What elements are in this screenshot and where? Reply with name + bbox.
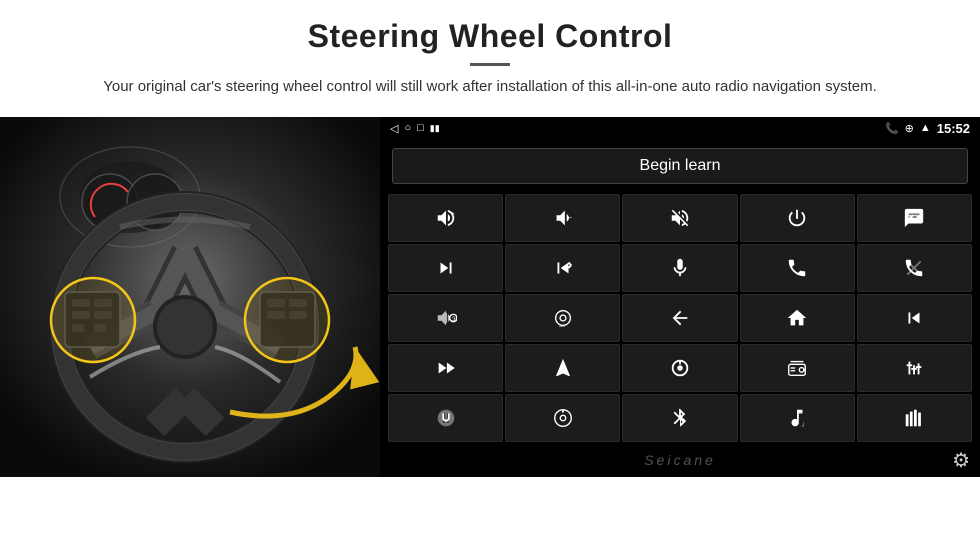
steering-wheel-svg xyxy=(0,117,380,477)
recent-nav-icon[interactable]: □ xyxy=(417,122,424,134)
home-button[interactable] xyxy=(740,294,855,342)
vol-up-button[interactable]: + xyxy=(388,194,503,242)
speaker-button[interactable]: 360 xyxy=(388,294,503,342)
status-left: ◁ ○ □ ▮▮ xyxy=(390,122,440,135)
fast-forward-button[interactable] xyxy=(388,344,503,392)
header-section: Steering Wheel Control Your original car… xyxy=(0,0,980,109)
mute-button[interactable] xyxy=(622,194,737,242)
next-track-button[interactable] xyxy=(388,244,503,292)
wifi-status-icon: ▲ xyxy=(920,122,931,134)
camera360-button[interactable]: 360° xyxy=(505,294,620,342)
status-right: 📞 ⊕ ▲ 15:52 xyxy=(885,121,970,136)
subtitle-text: Your original car's steering wheel contr… xyxy=(100,76,880,99)
begin-learn-button[interactable]: Begin learn xyxy=(392,148,968,184)
page-title: Steering Wheel Control xyxy=(40,18,940,55)
signal-icon: ▮▮ xyxy=(430,123,440,134)
end-call-button[interactable] xyxy=(857,244,972,292)
android-ui: ◁ ○ □ ▮▮ 📞 ⊕ ▲ 15:52 Begin learn xyxy=(380,117,980,477)
bottom-bar: Seicane ⚙ xyxy=(380,444,980,477)
audio-bars-button[interactable] xyxy=(857,394,972,442)
bluetooth-button[interactable] xyxy=(622,394,737,442)
time-display: 15:52 xyxy=(937,121,970,136)
car-background xyxy=(0,117,380,477)
back-button[interactable] xyxy=(622,294,737,342)
settings-gear-icon[interactable]: ⚙ xyxy=(952,448,970,473)
music-button[interactable]: ♩ xyxy=(740,394,855,442)
car-image-section xyxy=(0,117,380,477)
call-button[interactable] xyxy=(740,244,855,292)
status-bar: ◁ ○ □ ▮▮ 📞 ⊕ ▲ 15:52 xyxy=(380,117,980,140)
page-container: Steering Wheel Control Your original car… xyxy=(0,0,980,548)
voice-button[interactable] xyxy=(388,394,503,442)
power-button[interactable] xyxy=(740,194,855,242)
phone-prev-button[interactable] xyxy=(857,194,972,242)
rewind-button[interactable] xyxy=(857,294,972,342)
prev-skip-button[interactable] xyxy=(505,244,620,292)
vol-down-button[interactable]: − xyxy=(505,194,620,242)
location-status-icon: ⊕ xyxy=(905,122,914,135)
svg-text:360°: 360° xyxy=(559,324,567,328)
svg-text:−: − xyxy=(567,212,571,221)
seicane-watermark: Seicane xyxy=(644,452,716,468)
svg-text:♩: ♩ xyxy=(802,419,808,428)
controls-grid: + − xyxy=(380,192,980,444)
home-nav-icon[interactable]: ○ xyxy=(404,122,411,134)
back-nav-icon[interactable]: ◁ xyxy=(390,122,398,135)
mic-button[interactable] xyxy=(622,244,737,292)
phone-status-icon: 📞 xyxy=(885,122,899,135)
navigation-button[interactable] xyxy=(505,344,620,392)
android-wrapper: ◁ ○ □ ▮▮ 📞 ⊕ ▲ 15:52 Begin learn xyxy=(380,117,980,477)
svg-text:360: 360 xyxy=(452,315,457,322)
radio-button[interactable] xyxy=(740,344,855,392)
content-row: ◁ ○ □ ▮▮ 📞 ⊕ ▲ 15:52 Begin learn xyxy=(0,117,980,477)
source-button[interactable] xyxy=(622,344,737,392)
eq-button[interactable] xyxy=(857,344,972,392)
settings-knob-button[interactable] xyxy=(505,394,620,442)
begin-learn-row: Begin learn xyxy=(380,140,980,192)
title-divider xyxy=(470,63,510,66)
svg-text:+: + xyxy=(450,209,454,218)
